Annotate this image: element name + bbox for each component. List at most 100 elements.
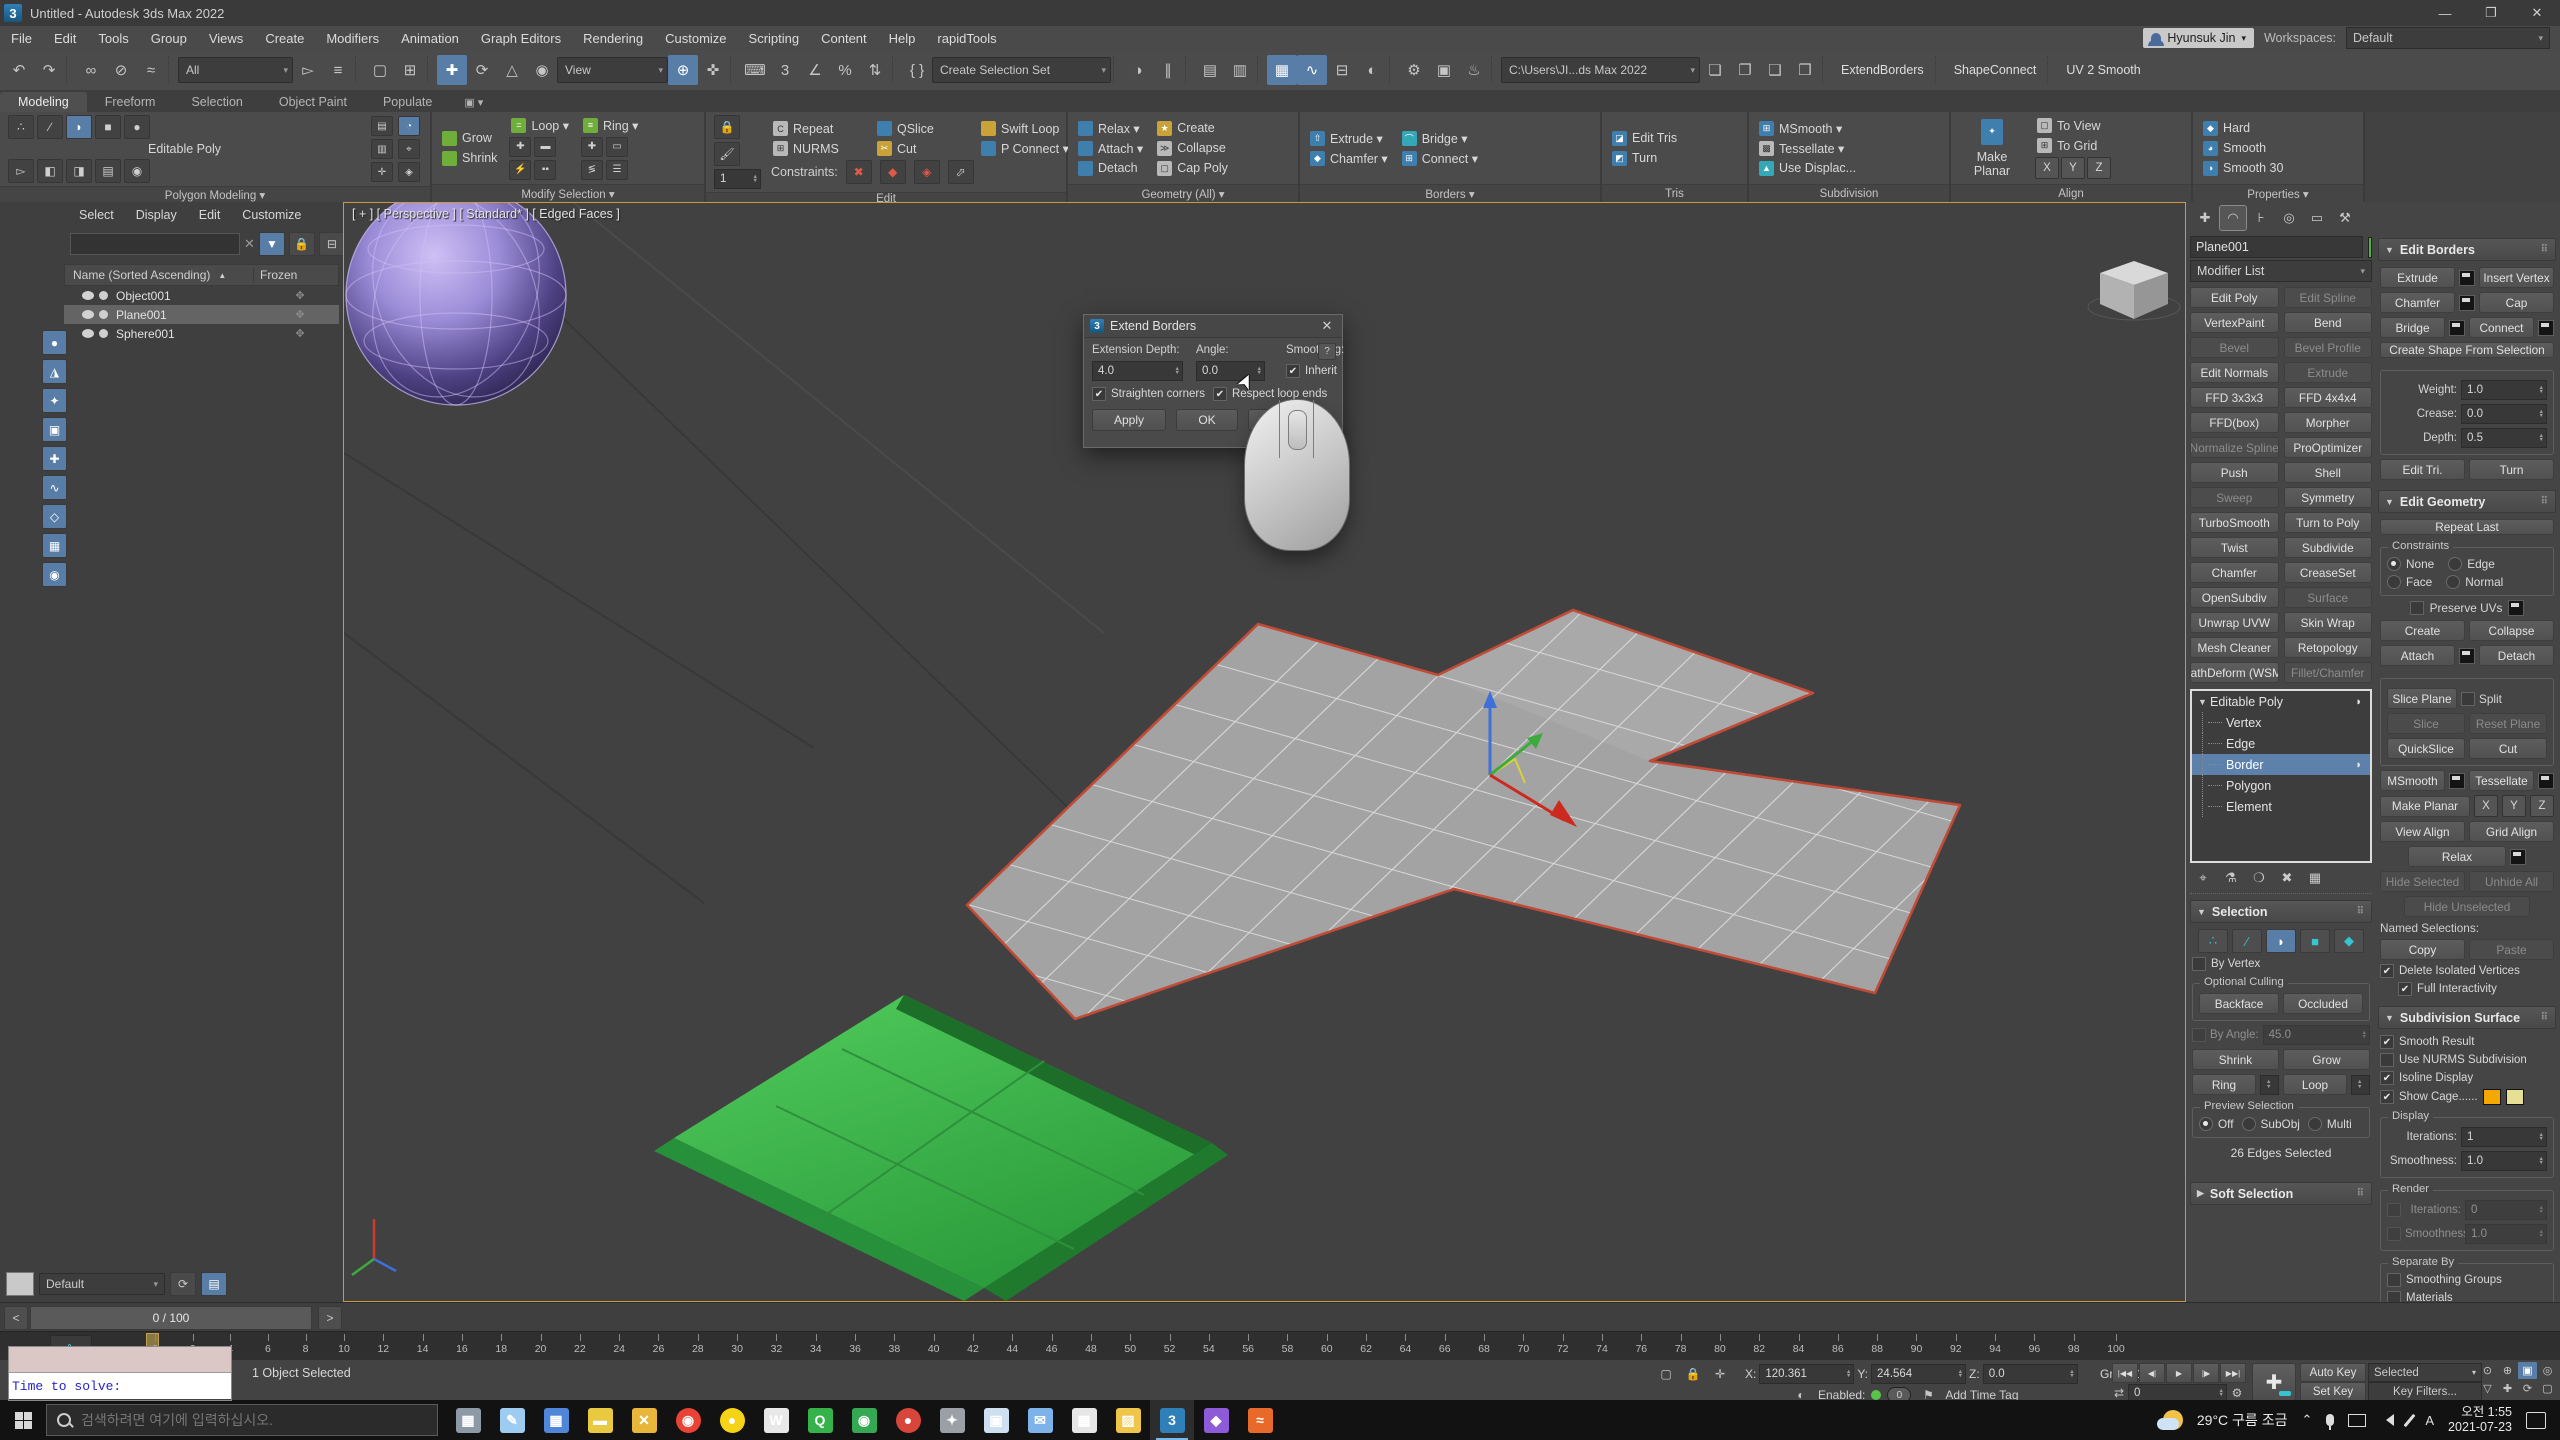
paste-button[interactable]: Paste (2469, 939, 2554, 960)
microphone-icon[interactable] (2326, 1414, 2334, 1426)
modifier-button[interactable]: Twist (2190, 537, 2279, 558)
percent-snap-icon[interactable]: % (830, 55, 860, 85)
explorer-menu-item[interactable]: Edit (190, 206, 230, 224)
extension-depth-field[interactable]: 4.0▲▼ (1092, 361, 1183, 381)
extrude-button[interactable]: Extrude (2380, 267, 2455, 288)
z-coordinate-field[interactable]: 0.0▲▼ (1983, 1364, 2078, 1384)
subdivision-surface-rollout-header[interactable]: ▼Subdivision Surface⠿ (2378, 1006, 2556, 1029)
state-set-paste-icon[interactable]: ❐ (1730, 55, 1760, 85)
modifier-button[interactable]: Symmetry (2284, 487, 2373, 508)
use-nurms-checkbox[interactable]: Use NURMS Subdivision (2380, 1053, 2554, 1067)
extrude-settings-icon[interactable] (2459, 270, 2475, 286)
next-frame-button[interactable]: |▶ (2193, 1363, 2219, 1383)
panel-label[interactable]: Borders ▾ (1300, 184, 1600, 202)
chrome-icon[interactable]: ◉ (666, 1400, 710, 1440)
modifier-button[interactable]: Morpher (2284, 412, 2373, 433)
planar-y-button[interactable]: Y (2502, 795, 2526, 817)
shrink-button[interactable]: Shrink (2192, 1049, 2279, 1070)
panel-label[interactable]: Polygon Modeling ▾ (0, 186, 430, 202)
clear-search-icon[interactable]: ✕ (244, 236, 255, 252)
menu-item[interactable]: Content (810, 26, 878, 50)
ribbon-element-icon[interactable]: ● (124, 115, 150, 139)
toggle-layer-explorer-icon[interactable]: ▥ (1225, 55, 1255, 85)
preserve-uvs-checkbox[interactable] (2410, 601, 2424, 615)
ribbon-tab[interactable]: Freeform (87, 92, 174, 112)
preview-subobj-radio[interactable]: SubObj (2242, 1117, 2300, 1131)
modifier-button[interactable]: FFD(box) (2190, 412, 2279, 433)
modifier-button[interactable]: Edit Normals (2190, 362, 2279, 383)
to-grid-button[interactable]: ⊞To Grid (2035, 137, 2111, 154)
modifier-button[interactable]: Mesh Cleaner (2190, 637, 2279, 658)
create-shape-button[interactable]: Create Shape From Selection (2380, 342, 2554, 358)
selection-lock-toggle-icon[interactable]: 🔒 (1682, 1364, 1704, 1384)
loop-button[interactable]: Loop (2283, 1074, 2347, 1095)
modifier-button[interactable]: Normalize Spline (2190, 437, 2279, 458)
task-view-icon[interactable]: ▦ (446, 1400, 490, 1440)
attach-button[interactable]: Attach ▾ (1076, 140, 1145, 157)
modifier-button[interactable]: CreaseSet (2284, 562, 2373, 583)
render-smoothness-field[interactable]: 1.0▲▼ (2465, 1224, 2547, 1244)
cap-button[interactable]: Cap (2479, 292, 2554, 313)
select-and-scale-icon[interactable]: △ (497, 55, 527, 85)
constraint-face-icon[interactable]: ◈ (914, 160, 940, 184)
absolute-mode-transform-icon[interactable]: ✛ (1709, 1364, 1731, 1384)
panel-label[interactable]: Geometry (All) ▾ (1068, 184, 1298, 202)
tweak-uvw-icon[interactable]: 🖌 (714, 142, 740, 166)
copy-button[interactable]: Copy (2380, 939, 2465, 960)
weather-icon[interactable] (2163, 1410, 2183, 1430)
select-and-manipulate-icon[interactable]: ✜ (698, 55, 728, 85)
edit-named-selection-sets-icon[interactable]: { } (902, 55, 932, 85)
menu-item[interactable]: File (0, 26, 43, 50)
toolbar-icon[interactable] (1113, 56, 1121, 84)
attach-button[interactable]: Attach (2380, 645, 2455, 666)
stack-subobject-row[interactable]: Vertex (2192, 712, 2370, 733)
utorrent-icon[interactable]: ≈ (1238, 1400, 1282, 1440)
grow-button[interactable]: Grow (2283, 1049, 2370, 1070)
search-input[interactable] (79, 1411, 427, 1429)
set-key-button[interactable]: Set Key (2300, 1382, 2366, 1401)
angle-snap-icon[interactable]: ∠ (800, 55, 830, 85)
constraint-edge-radio[interactable]: Edge (2448, 557, 2495, 571)
set-keys-button[interactable]: ✚ (2252, 1363, 2296, 1401)
smoothing-groups-checkbox[interactable]: Smoothing Groups (2387, 1273, 2547, 1287)
state-set-sync-icon[interactable]: ❒ (1790, 55, 1820, 85)
menu-item[interactable]: Create (254, 26, 315, 50)
object-name-field[interactable] (2190, 236, 2363, 258)
y-coordinate-field[interactable]: 24.564▲▼ (1871, 1364, 1966, 1384)
collapse-button[interactable]: Collapse (2469, 620, 2554, 641)
modifier-button[interactable]: Bevel Profile (2284, 337, 2373, 358)
full-interactivity-checkbox[interactable]: ✔Full Interactivity (2380, 982, 2554, 996)
create-button[interactable]: Create (2380, 620, 2465, 641)
swift-loop-button[interactable]: Swift Loop (979, 120, 1061, 137)
modifier-button[interactable]: Surface (2284, 587, 2373, 608)
toggle-ribbon-icon[interactable]: ▦ (1267, 55, 1297, 85)
toolbar-icon[interactable] (66, 56, 74, 84)
menu-item[interactable]: Modifiers (315, 26, 390, 50)
visibility-eye-icon[interactable] (82, 291, 94, 300)
delete-isolated-vertices-checkbox[interactable]: ✔Delete Isolated Vertices (2380, 964, 2554, 978)
previous-frame-button[interactable]: ◀| (2139, 1363, 2165, 1383)
use-pivot-point-center-icon[interactable]: ⊕ (668, 55, 698, 85)
explorer-preset-select[interactable]: Default▾ (39, 1273, 165, 1295)
visibility-eye-icon[interactable] (82, 329, 94, 338)
split-checkbox[interactable] (2461, 692, 2475, 706)
visibility-eye-icon[interactable] (82, 310, 94, 319)
preview-off-radio[interactable]: Off (2199, 1117, 2234, 1131)
panel-label[interactable]: Align (1951, 184, 2191, 202)
nurms-button[interactable]: ⊞NURMS (771, 140, 867, 157)
modifier-button[interactable]: Retopology (2284, 637, 2373, 658)
constraint-normal-icon[interactable]: ⬀ (948, 160, 974, 184)
restore-button[interactable]: ❐ (2468, 1, 2514, 26)
constraint-normal-radio[interactable]: Normal (2446, 575, 2503, 589)
modifier-list-dropdown[interactable]: Modifier List▾ (2190, 260, 2372, 282)
modifier-button[interactable]: ProOptimizer (2284, 437, 2373, 458)
attach-settings-icon[interactable] (2459, 648, 2475, 664)
align-z-button[interactable]: Z (2087, 157, 2111, 179)
explorer-list-icon[interactable]: ▤ (201, 1272, 227, 1296)
edit-tri-button[interactable]: Edit Tri. (2380, 459, 2465, 480)
constraint-face-radio[interactable]: Face (2387, 575, 2432, 589)
select-and-link-icon[interactable]: ∞ (76, 55, 106, 85)
field-of-view-icon[interactable]: ▽ (2478, 1380, 2497, 1397)
close-button[interactable]: ✕ (2514, 1, 2560, 26)
ribbon-tab[interactable]: Modeling (0, 92, 87, 112)
